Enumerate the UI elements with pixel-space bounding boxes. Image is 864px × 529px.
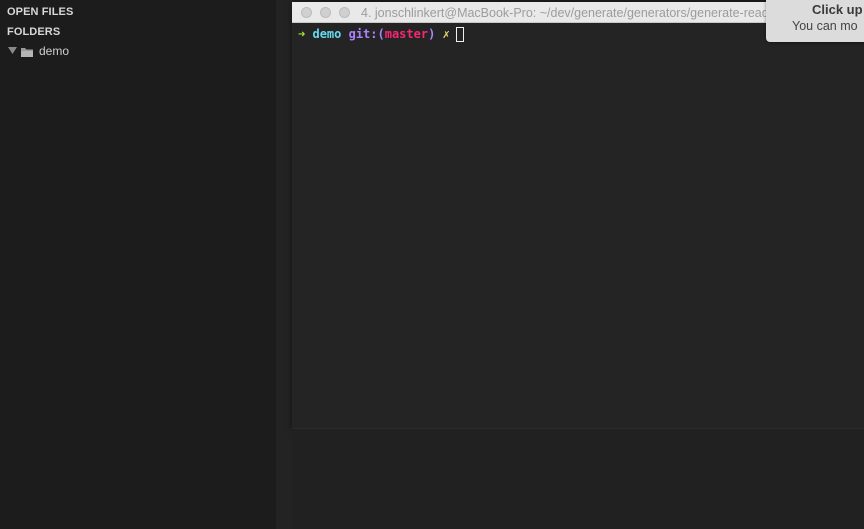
notification-banner[interactable]: Click up You can mo	[766, 0, 864, 42]
folder-icon	[20, 45, 34, 57]
prompt-dirty-icon: ✗	[442, 27, 450, 41]
editor-bottom-area	[292, 428, 864, 529]
prompt-git-suffix: )	[428, 27, 436, 41]
close-window-button[interactable]	[301, 7, 312, 18]
disclosure-triangle-icon[interactable]	[7, 46, 17, 56]
folder-label: demo	[39, 44, 70, 58]
notification-title: Click up	[812, 2, 863, 17]
editor-area	[276, 0, 292, 529]
minimize-window-button[interactable]	[320, 7, 331, 18]
prompt-git-prefix: git:(	[348, 27, 385, 41]
sidebar-folder-demo[interactable]: demo	[7, 44, 69, 58]
shell-prompt[interactable]: ➜ demo git:(master) ✗	[298, 26, 464, 42]
zoom-window-button[interactable]	[339, 7, 350, 18]
text-cursor	[455, 26, 464, 42]
open-files-heading: OPEN FILES	[7, 6, 74, 18]
prompt-directory: demo	[312, 27, 342, 41]
prompt-arrow-icon: ➜	[298, 27, 306, 41]
prompt-branch: master	[384, 27, 429, 41]
notification-body: You can mo	[792, 19, 858, 33]
sidebar: OPEN FILES FOLDERS demo	[0, 0, 276, 529]
terminal-window[interactable]: 4. jonschlinkert@MacBook-Pro: ~/dev/gene…	[292, 2, 864, 428]
folders-heading: FOLDERS	[7, 26, 61, 38]
